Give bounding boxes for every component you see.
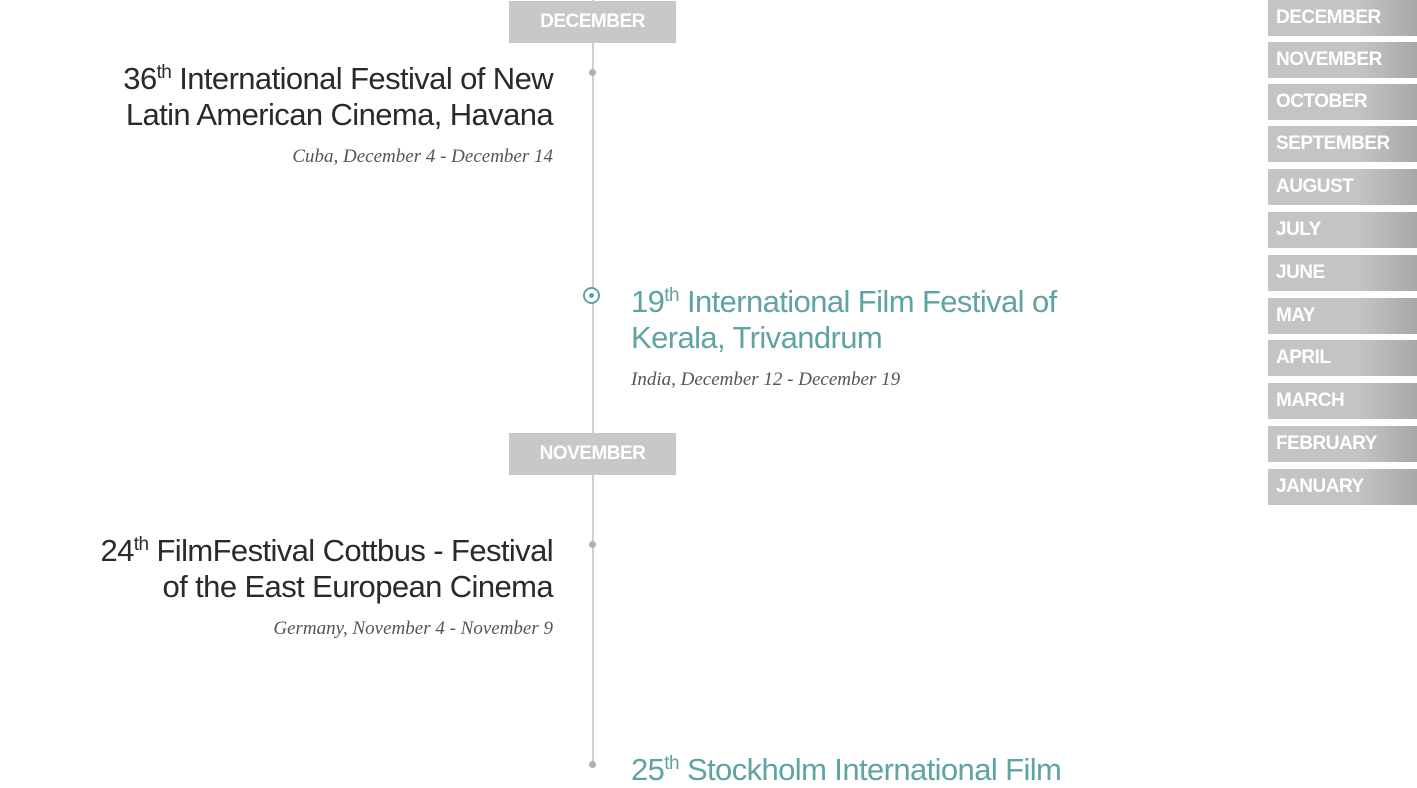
- event-item[interactable]: 36th International Festival of New Latin…: [13, 61, 553, 168]
- nav-item-august[interactable]: AUGUST: [1268, 169, 1417, 205]
- event-meta: Cuba, December 4 - December 14: [292, 146, 553, 167]
- nav-item-july[interactable]: JULY: [1268, 212, 1417, 248]
- event-title[interactable]: 36th International Festival of New Latin…: [13, 61, 553, 133]
- nav-item-may[interactable]: MAY: [1268, 298, 1417, 334]
- month-header-november: NOVEMBER: [509, 433, 676, 475]
- nav-item-october[interactable]: OCTOBER: [1268, 84, 1417, 120]
- nav-item-january[interactable]: JANUARY: [1268, 469, 1417, 505]
- event-title[interactable]: 19th International Film Festival of Kera…: [631, 284, 1151, 356]
- timeline-dot-active: [583, 287, 600, 304]
- timeline-dot: [589, 761, 596, 768]
- nav-item-april[interactable]: APRIL: [1268, 340, 1417, 376]
- nav-item-june[interactable]: JUNE: [1268, 255, 1417, 291]
- event-item[interactable]: 25th Stockholm International Film: [631, 752, 1151, 788]
- timeline-dot: [589, 541, 596, 548]
- timeline-line: [592, 0, 594, 766]
- nav-item-november[interactable]: NOVEMBER: [1268, 42, 1417, 78]
- timeline-dot: [589, 69, 596, 76]
- event-title[interactable]: 25th Stockholm International Film: [631, 752, 1151, 788]
- event-item[interactable]: 19th International Film Festival of Kera…: [631, 284, 1151, 391]
- nav-item-september[interactable]: SEPTEMBER: [1268, 126, 1417, 162]
- month-header-label: NOVEMBER: [539, 443, 646, 464]
- month-header-label: DECEMBER: [540, 11, 645, 32]
- nav-item-february[interactable]: FEBRUARY: [1268, 426, 1417, 462]
- nav-item-march[interactable]: MARCH: [1268, 383, 1417, 419]
- event-meta: Germany, November 4 - November 9: [273, 618, 553, 639]
- event-item[interactable]: 24th FilmFestival Cottbus - Festival of …: [13, 533, 553, 640]
- event-meta: India, December 12 - December 19: [631, 369, 901, 390]
- month-header-december: DECEMBER: [509, 1, 676, 43]
- event-title[interactable]: 24th FilmFestival Cottbus - Festival of …: [13, 533, 553, 605]
- nav-item-december[interactable]: DECEMBER: [1268, 0, 1417, 36]
